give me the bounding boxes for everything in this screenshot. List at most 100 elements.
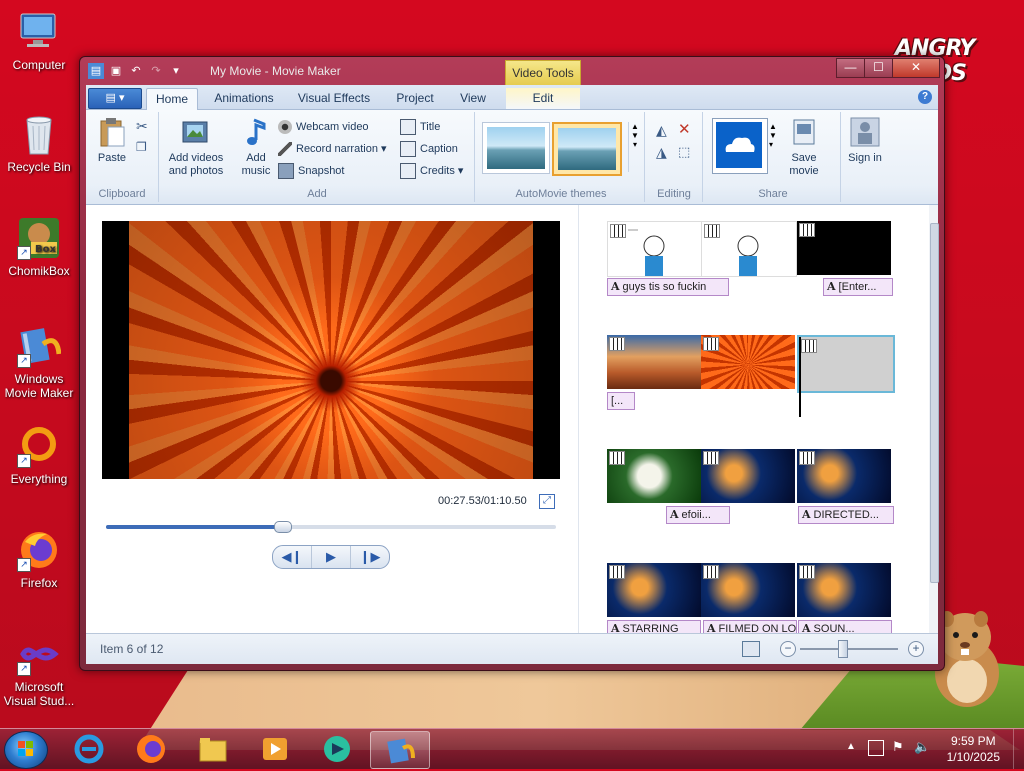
storyboard-clip-selected[interactable] bbox=[797, 335, 895, 393]
taskbar-internet-explorer[interactable] bbox=[60, 731, 118, 767]
video-preview[interactable] bbox=[102, 221, 560, 479]
cut-icon[interactable]: ✂ bbox=[136, 118, 148, 135]
storyboard-clip[interactable] bbox=[701, 563, 795, 617]
theme-option[interactable] bbox=[482, 122, 550, 174]
zoom-in-button[interactable]: + bbox=[908, 641, 924, 657]
paste-button[interactable]: Paste bbox=[92, 116, 132, 165]
rotate-left-icon[interactable]: ◭ bbox=[656, 122, 667, 139]
caption-clip[interactable]: Aefoii... bbox=[666, 506, 730, 524]
redo-icon[interactable]: ↷ bbox=[148, 63, 164, 79]
tab-home[interactable]: Home bbox=[146, 88, 198, 110]
save-icon[interactable]: ▣ bbox=[108, 63, 124, 79]
gallery-down-icon[interactable]: ▼ bbox=[629, 131, 641, 140]
taskbar-explorer[interactable] bbox=[184, 731, 242, 767]
copy-icon[interactable]: ❐ bbox=[136, 140, 147, 154]
storyboard-clip[interactable] bbox=[797, 221, 891, 275]
previous-frame-button[interactable]: ◀❙ bbox=[273, 546, 312, 568]
customize-qat-icon[interactable]: ▾ bbox=[168, 63, 184, 79]
gallery-up-icon[interactable]: ▲ bbox=[629, 122, 641, 131]
storyboard-clip[interactable] bbox=[701, 221, 797, 277]
storyboard-clip[interactable] bbox=[701, 335, 795, 389]
volume-muted-icon[interactable]: 🔈 bbox=[914, 739, 930, 755]
taskbar-movie-maker[interactable] bbox=[370, 731, 430, 769]
caption-clip[interactable]: A SOUN... bbox=[798, 620, 892, 633]
caption-clip[interactable]: [... bbox=[607, 392, 635, 410]
select-all-icon[interactable]: ⬚ bbox=[678, 144, 690, 160]
tab-edit[interactable]: Edit bbox=[506, 88, 580, 109]
desktop-icon-recycle-bin[interactable]: Recycle Bin bbox=[0, 112, 78, 174]
desktop-icon-everything[interactable]: ↗ Everything bbox=[0, 424, 78, 486]
thumbnail-size-icon[interactable] bbox=[742, 641, 760, 657]
title-button[interactable]: Title bbox=[400, 118, 440, 136]
caption-clip[interactable]: Aguys tis so fuckin bbox=[607, 278, 729, 296]
rotate-right-icon[interactable]: ◮ bbox=[656, 144, 667, 161]
credits-button[interactable]: Credits ▾ bbox=[400, 162, 463, 180]
remove-icon[interactable]: ✕ bbox=[678, 120, 691, 138]
storyboard-scrollbar[interactable] bbox=[929, 205, 939, 633]
undo-icon[interactable]: ↶ bbox=[128, 63, 144, 79]
theme-option-selected[interactable] bbox=[552, 122, 622, 176]
share-gallery-arrow-icon[interactable]: ▲ ▼ ▾ bbox=[769, 122, 777, 149]
storyboard-clip[interactable] bbox=[607, 221, 703, 277]
storyboard-clip[interactable] bbox=[607, 335, 701, 389]
minimize-button[interactable]: — bbox=[836, 58, 865, 78]
pane-splitter[interactable] bbox=[578, 205, 579, 633]
desktop-icon-label: Everything bbox=[10, 472, 68, 486]
storyboard-clip[interactable] bbox=[607, 449, 701, 503]
storyboard-clip[interactable] bbox=[797, 563, 891, 617]
gallery-more-icon[interactable]: ▾ bbox=[629, 140, 641, 149]
tab-project[interactable]: Project bbox=[388, 88, 442, 109]
network-icon[interactable] bbox=[868, 740, 884, 756]
caption-clip[interactable]: A FILMED ON LO bbox=[703, 620, 797, 633]
scrollbar-thumb[interactable] bbox=[930, 223, 939, 583]
app-icon[interactable]: ▤ bbox=[88, 63, 104, 79]
caption-clip[interactable]: A [Enter... bbox=[823, 278, 893, 296]
start-button[interactable] bbox=[4, 731, 48, 769]
maximize-button[interactable]: ☐ bbox=[864, 58, 893, 78]
taskbar-media-player[interactable] bbox=[246, 731, 304, 767]
show-hidden-icons[interactable]: ▲ bbox=[846, 741, 856, 752]
storyboard-clip[interactable] bbox=[701, 449, 795, 503]
record-narration-button[interactable]: Record narration ▾ bbox=[278, 140, 387, 158]
webcam-video-button[interactable]: Webcam video bbox=[278, 118, 369, 136]
taskbar-firefox[interactable] bbox=[122, 731, 180, 767]
zoom-slider-thumb[interactable] bbox=[838, 640, 848, 658]
timeline-cursor[interactable] bbox=[799, 337, 801, 417]
tab-visual-effects[interactable]: Visual Effects bbox=[292, 88, 376, 109]
clock[interactable]: 9:59 PM 1/10/2025 bbox=[947, 733, 1000, 765]
zoom-slider[interactable] bbox=[800, 640, 898, 658]
show-desktop-button[interactable] bbox=[1013, 729, 1024, 769]
storyboard-clip[interactable] bbox=[797, 449, 891, 503]
caption-clip[interactable]: A STARRING bbox=[607, 620, 701, 633]
seek-thumb[interactable] bbox=[273, 521, 292, 533]
onedrive-share-button[interactable] bbox=[712, 118, 768, 174]
flag-icon[interactable]: ⚑ bbox=[892, 739, 904, 755]
tab-view[interactable]: View bbox=[452, 88, 494, 109]
gallery-scroll[interactable]: ▲ ▼ ▾ bbox=[628, 122, 641, 172]
file-menu-button[interactable]: ▤ ▾ bbox=[88, 88, 142, 109]
snapshot-button[interactable]: Snapshot bbox=[278, 162, 344, 180]
tab-animations[interactable]: Animations bbox=[206, 88, 282, 109]
sign-in-button[interactable]: Sign in bbox=[846, 116, 884, 165]
seek-bar[interactable] bbox=[106, 521, 556, 533]
caption-button[interactable]: Caption bbox=[400, 140, 458, 158]
fullscreen-icon[interactable]: ⤢ bbox=[539, 494, 555, 509]
help-icon[interactable]: ? bbox=[918, 90, 932, 104]
desktop-icon-chomikbox[interactable]: Box ↗ ChomikBox bbox=[0, 216, 78, 278]
add-music-button[interactable]: Add music bbox=[234, 116, 278, 178]
desktop-icon-visual-studio[interactable]: ↗ Microsoft Visual Stud... bbox=[0, 632, 78, 708]
desktop-icon-firefox[interactable]: ↗ Firefox bbox=[0, 528, 78, 590]
next-frame-button[interactable]: ❙▶ bbox=[351, 546, 389, 568]
quick-access-toolbar: ▤ ▣ ↶ ↷ ▾ bbox=[88, 63, 184, 79]
caption-clip[interactable]: A DIRECTED... bbox=[798, 506, 894, 524]
title-bar[interactable]: ▤ ▣ ↶ ↷ ▾ My Movie - Movie Maker Video T… bbox=[80, 57, 944, 87]
storyboard-clip[interactable] bbox=[607, 563, 701, 617]
add-videos-button[interactable]: Add videos and photos bbox=[164, 116, 228, 178]
play-button[interactable]: ▶ bbox=[312, 546, 351, 568]
save-movie-button[interactable]: Save movie bbox=[784, 116, 824, 178]
desktop-icon-computer[interactable]: Computer bbox=[0, 10, 78, 72]
taskbar-app[interactable] bbox=[308, 731, 366, 767]
desktop-icon-windows-movie-maker[interactable]: ↗ Windows Movie Maker bbox=[0, 324, 78, 400]
zoom-out-button[interactable]: − bbox=[780, 641, 796, 657]
close-button[interactable]: ✕ bbox=[892, 58, 940, 78]
